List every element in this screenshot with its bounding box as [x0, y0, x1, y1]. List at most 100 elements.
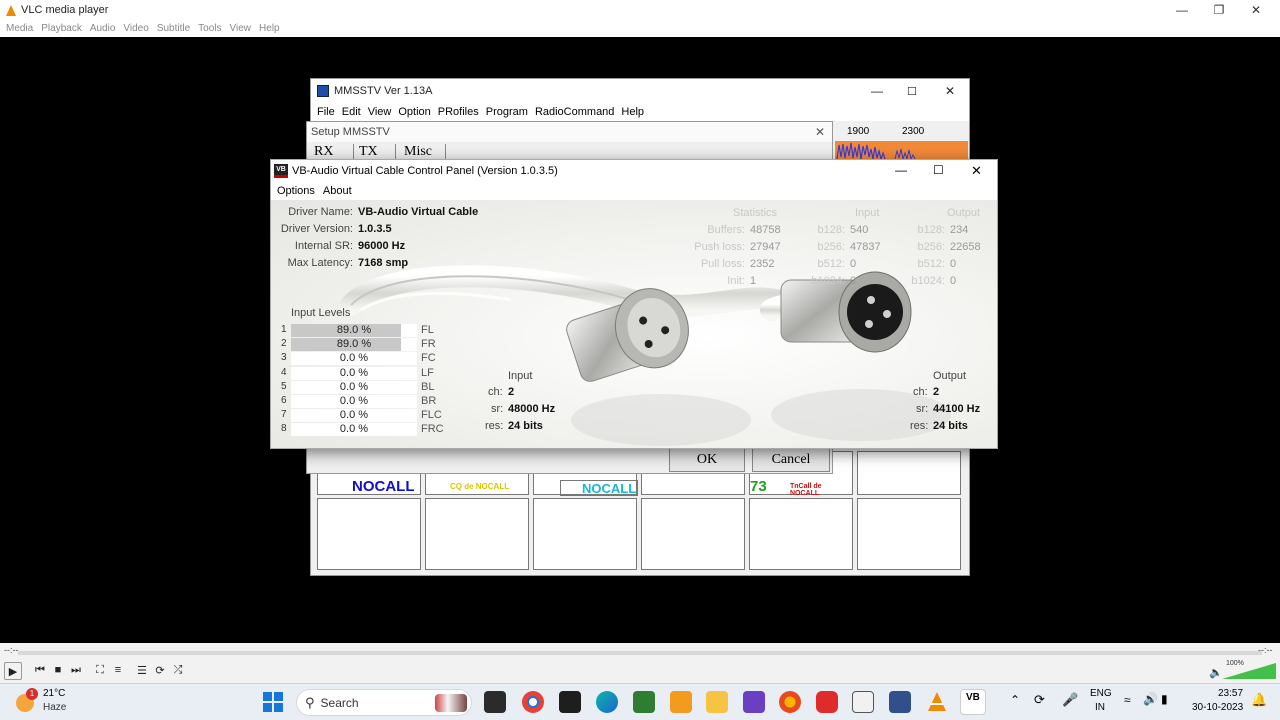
vb-title: VB-Audio Virtual Cable Control Panel (Ve…: [292, 165, 558, 177]
vlc-title-text: VLC media player: [21, 4, 109, 16]
vb-audio-taskbar-icon[interactable]: VB: [960, 689, 986, 715]
edge-icon[interactable]: [596, 691, 618, 713]
setup-close-button[interactable]: ✕: [815, 125, 825, 139]
menu-audio[interactable]: Audio: [90, 23, 116, 34]
language-line2[interactable]: IN: [1095, 702, 1105, 713]
mmsstv-menu-program[interactable]: Program: [486, 106, 528, 118]
file-explorer-icon[interactable]: [706, 691, 728, 713]
level-channel-number: 2: [281, 338, 287, 350]
microphone-icon[interactable]: 🎤: [1062, 692, 1078, 708]
play-icon[interactable]: ▶: [4, 662, 22, 680]
vb-menu-about[interactable]: About: [323, 185, 352, 197]
mmsstv-alt-taskbar-icon[interactable]: [889, 691, 911, 713]
weather-widget[interactable]: 1: [16, 688, 38, 712]
notification-bell-icon[interactable]: 🔔: [1251, 692, 1267, 708]
level-meter-text: 0.0 %: [339, 380, 369, 393]
thumb-10[interactable]: [641, 498, 745, 570]
level-channel-number: 4: [281, 366, 287, 378]
mmsstv-close-button[interactable]: ✕: [945, 84, 955, 98]
menu-subtitle[interactable]: Subtitle: [157, 23, 190, 34]
show-hidden-icons[interactable]: ⌃: [1010, 693, 1020, 707]
mmsstv-menu-view[interactable]: View: [368, 106, 392, 118]
menu-media[interactable]: Media: [6, 23, 33, 34]
thumb-8[interactable]: [425, 498, 529, 570]
taskbar-search[interactable]: ⚲ Search: [296, 689, 472, 716]
tab-rx[interactable]: RX: [314, 144, 333, 160]
vb-menu-options[interactable]: Options: [277, 185, 315, 197]
mmsstv-menu-file[interactable]: File: [317, 106, 335, 118]
cancel-button[interactable]: Cancel: [752, 448, 830, 472]
taskbar-time[interactable]: 23:57: [1218, 688, 1243, 699]
stat-in-b128-value: 540: [850, 224, 869, 236]
ok-button[interactable]: OK: [669, 448, 745, 472]
thumb-11[interactable]: [749, 498, 853, 570]
youtube-icon[interactable]: [816, 691, 838, 713]
start-icon[interactable]: [262, 691, 284, 713]
level-channel-number: 8: [281, 423, 287, 435]
chrome-icon[interactable]: [522, 691, 544, 713]
language-line1[interactable]: ENG: [1090, 688, 1112, 699]
minimize-button[interactable]: —: [1164, 0, 1200, 20]
wifi-icon[interactable]: ≈: [1124, 693, 1131, 707]
tab-tx[interactable]: TX: [359, 144, 378, 160]
menu-video[interactable]: Video: [123, 23, 148, 34]
mmsstv-minimize-button[interactable]: —: [871, 84, 883, 98]
task-view-icon[interactable]: [484, 691, 506, 713]
thumb-5-subtext: TnCall de NOCALL: [790, 483, 822, 497]
fullscreen-icon[interactable]: ⛶: [92, 662, 108, 678]
mmsstv-menu-help[interactable]: Help: [621, 106, 644, 118]
mmsstv-maximize-button[interactable]: ☐: [907, 85, 917, 98]
mmsstv-menu-radiocommand[interactable]: RadioCommand: [535, 106, 614, 118]
spectrum-display[interactable]: [835, 141, 968, 162]
vb-menubar: Options About: [271, 182, 997, 200]
maximize-button[interactable]: ❐: [1201, 0, 1237, 20]
mmsstv-menu-edit[interactable]: Edit: [342, 106, 361, 118]
level-channel-name: FRC: [421, 423, 444, 436]
tab-misc[interactable]: Misc: [404, 144, 432, 160]
shuffle-icon[interactable]: ⤮: [170, 662, 186, 678]
taskbar: 1 21°C Haze ⚲ Search VB ⌃ ⟳ 🎤 ENG IN ≈ 🔊…: [0, 683, 1280, 720]
stop-icon[interactable]: ■: [50, 662, 66, 678]
menu-help[interactable]: Help: [259, 23, 280, 34]
thumb-6[interactable]: [857, 451, 961, 495]
stats-header: Statistics: [733, 207, 778, 219]
level-channel-name: BL: [421, 380, 435, 393]
terminal-icon[interactable]: [559, 691, 581, 713]
vb-close-button[interactable]: ✕: [971, 163, 982, 179]
extended-settings-icon[interactable]: ≡: [110, 662, 126, 678]
vlc-taskbar-icon[interactable]: [926, 691, 948, 713]
mmsstv-titlebar: MMSSTV Ver 1.13A — ☐ ✕: [311, 79, 969, 103]
seek-bar[interactable]: [18, 651, 1262, 655]
mmsstv-menu-option[interactable]: Option: [398, 106, 430, 118]
firefox-icon[interactable]: [779, 691, 801, 713]
mmsstv-taskbar-icon[interactable]: [852, 691, 874, 713]
close-button[interactable]: ✕: [1238, 0, 1274, 20]
app-purple-icon[interactable]: [743, 691, 765, 713]
weather-temp: 21°C: [43, 688, 66, 699]
vb-minimize-button[interactable]: —: [895, 163, 907, 177]
vb-maximize-button[interactable]: ☐: [933, 163, 944, 177]
volume-slider[interactable]: 100%: [1222, 660, 1276, 679]
next-icon[interactable]: ⏭: [68, 662, 84, 678]
level-meter-text: 89.0 %: [336, 338, 372, 351]
volume-icon[interactable]: 🔊: [1143, 692, 1158, 706]
sublime-icon[interactable]: [670, 691, 692, 713]
stat-out-b512-label: b512:: [917, 258, 945, 270]
driver-name-value: VB-Audio Virtual Cable: [358, 206, 479, 218]
menu-tools[interactable]: Tools: [198, 23, 221, 34]
sync-icon[interactable]: ⟳: [1034, 692, 1045, 708]
thumb-9[interactable]: [533, 498, 637, 570]
time-elapsed: --:--: [4, 645, 19, 655]
battery-icon[interactable]: ▮: [1161, 692, 1168, 706]
taskbar-date[interactable]: 30-10-2023: [1192, 702, 1243, 713]
loop-icon[interactable]: ⟳: [152, 662, 168, 678]
thumb-12[interactable]: [857, 498, 961, 570]
menu-view[interactable]: View: [230, 23, 252, 34]
mmsstv-menu-profiles[interactable]: PRofiles: [438, 106, 479, 118]
app-green-icon[interactable]: [633, 691, 655, 713]
input-res-value: 24 bits: [508, 420, 543, 432]
thumb-7[interactable]: [317, 498, 421, 570]
previous-icon[interactable]: ⏮: [32, 662, 48, 678]
menu-playback[interactable]: Playback: [41, 23, 82, 34]
playlist-icon[interactable]: ☰: [134, 662, 150, 678]
